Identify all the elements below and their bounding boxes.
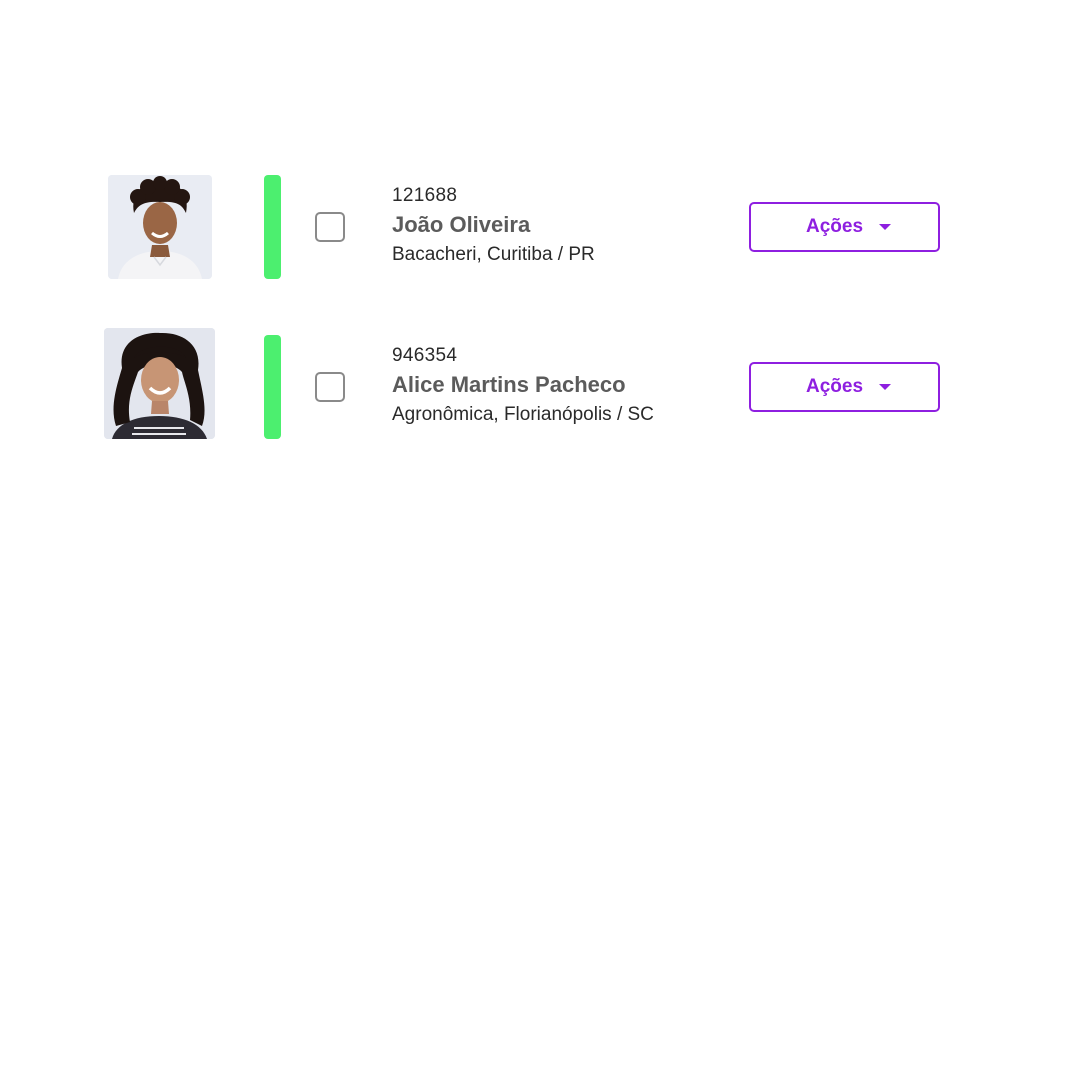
person-info: 121688 João Oliveira Bacacheri, Curitiba… (392, 184, 595, 268)
select-checkbox[interactable] (315, 212, 345, 242)
actions-button-label: Ações (805, 376, 864, 397)
status-indicator (264, 175, 281, 279)
avatar (108, 175, 212, 279)
list-item: 121688 João Oliveira Bacacheri, Curitiba… (0, 172, 1080, 284)
person-photo-icon (104, 328, 215, 439)
person-photo-icon (108, 175, 212, 279)
status-indicator (264, 335, 281, 439)
actions-dropdown-button[interactable]: Ações (749, 202, 940, 252)
list-item: 946354 Alice Martins Pacheco Agronômica,… (0, 328, 1080, 440)
person-location: Bacacheri, Curitiba / PR (392, 244, 595, 265)
actions-dropdown-button[interactable]: Ações (749, 362, 940, 412)
actions-button-label: Ações (805, 216, 864, 237)
select-checkbox[interactable] (315, 372, 345, 402)
person-name: Alice Martins Pacheco (392, 372, 626, 397)
person-name: João Oliveira (392, 212, 531, 237)
person-location: Agronômica, Florianópolis / SC (392, 404, 654, 425)
person-id: 121688 (392, 185, 458, 206)
person-id: 946354 (392, 345, 458, 366)
avatar (104, 328, 215, 439)
caret-down-icon (879, 224, 892, 230)
caret-down-icon (879, 384, 892, 390)
person-info: 946354 Alice Martins Pacheco Agronômica,… (392, 344, 654, 428)
